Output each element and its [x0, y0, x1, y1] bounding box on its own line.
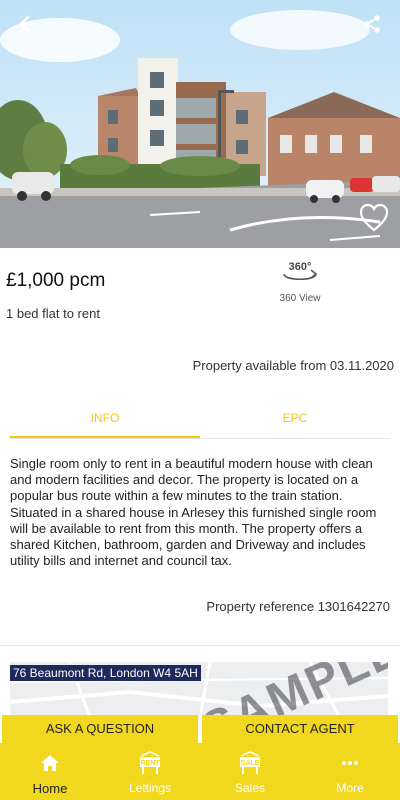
heart-icon: [359, 203, 389, 232]
360-view-icon: 360°: [283, 261, 318, 281]
ask-question-button[interactable]: ASK A QUESTION: [2, 715, 198, 743]
property-photo[interactable]: [0, 0, 400, 248]
bottom-navigation: Home RENT Lettings SALE Sales More: [0, 743, 400, 800]
share-icon: [364, 15, 380, 33]
property-description: Single room only to rent in a beautiful …: [10, 456, 377, 569]
nav-lettings[interactable]: RENT Lettings: [100, 743, 200, 800]
nav-lettings-label: Lettings: [128, 781, 172, 795]
tab-info[interactable]: INFO: [10, 406, 200, 438]
details-tabs: INFO EPC: [10, 406, 390, 439]
back-button[interactable]: [18, 14, 48, 44]
property-reference: Property reference 1301642270: [206, 599, 390, 614]
nav-more-label: More: [336, 781, 364, 795]
rent-badge-text: RENT: [140, 760, 160, 767]
sale-badge-text: SALE: [241, 760, 260, 767]
share-button[interactable]: [362, 14, 392, 44]
contact-agent-button[interactable]: CONTACT AGENT: [202, 715, 398, 743]
action-bar: ASK A QUESTION CONTACT AGENT: [0, 715, 400, 743]
nav-sales-label: Sales: [234, 781, 266, 795]
rent-sign-icon: RENT: [140, 751, 160, 774]
arrow-left-icon: [19, 15, 37, 33]
home-icon: [41, 755, 59, 771]
availability-text: Property available from 03.11.2020: [192, 358, 394, 373]
nav-more[interactable]: More: [300, 743, 400, 800]
nav-sales[interactable]: SALE Sales: [200, 743, 300, 800]
360-icon-text: 360°: [289, 261, 312, 273]
favourite-button[interactable]: [358, 202, 390, 234]
tab-epc[interactable]: EPC: [200, 406, 390, 438]
listing-price: £1,000 pcm: [6, 270, 106, 291]
map-address: 76 Beaumont Rd, London W4 5AH: [10, 665, 201, 681]
nav-home[interactable]: Home: [0, 743, 100, 800]
nav-home-label: Home: [32, 781, 68, 796]
view-360-button[interactable]: 360° 360 View: [270, 258, 330, 304]
view-360-label: 360 View: [279, 293, 321, 304]
listing-type: 1 bed flat to rent: [6, 306, 100, 321]
more-icon: [342, 761, 358, 765]
location-map[interactable]: 76 Beaumont Rd, London W4 5AH SAMPLE: [10, 662, 388, 718]
property-photo-illustration: [0, 0, 400, 248]
sale-sign-icon: SALE: [240, 751, 260, 774]
section-divider: [0, 645, 400, 646]
